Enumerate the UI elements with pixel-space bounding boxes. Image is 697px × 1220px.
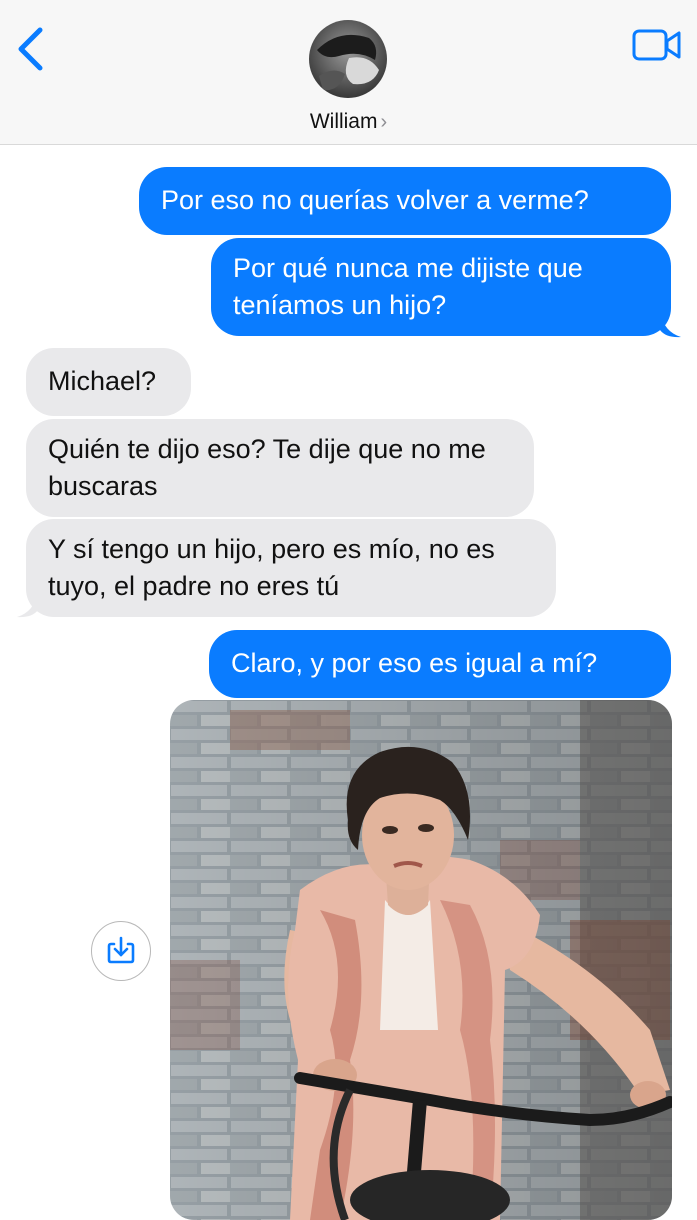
message-bubble-incoming[interactable]: Quién te dijo eso? Te dije que no me bus… bbox=[26, 419, 534, 517]
message-bubble-outgoing[interactable]: Por eso no querías volver a verme? bbox=[139, 167, 671, 235]
message-bubble-incoming[interactable]: Michael? bbox=[26, 348, 191, 416]
video-camera-icon[interactable] bbox=[632, 28, 682, 62]
bubble-tail bbox=[660, 312, 681, 338]
message-bubble-outgoing[interactable]: Por qué nunca me dijiste que teníamos un… bbox=[211, 238, 671, 336]
message-text: Y sí tengo un hijo, pero es mío, no es t… bbox=[48, 534, 495, 601]
contact-name: William bbox=[309, 110, 378, 133]
message-text: Claro, y por eso es igual a mí? bbox=[231, 648, 598, 678]
message-text: Por qué nunca me dijiste que teníamos un… bbox=[233, 253, 583, 320]
message-text: Quién te dijo eso? Te dije que no me bus… bbox=[48, 434, 486, 501]
contact-name-button[interactable]: William › bbox=[0, 110, 697, 134]
avatar[interactable] bbox=[309, 20, 387, 98]
message-bubble-incoming[interactable]: Y sí tengo un hijo, pero es mío, no es t… bbox=[26, 519, 556, 617]
chevron-left-icon[interactable] bbox=[14, 26, 48, 72]
bubble-tail bbox=[17, 592, 38, 618]
download-icon[interactable] bbox=[91, 921, 151, 981]
message-text: Michael? bbox=[48, 366, 157, 396]
chevron-right-icon: › bbox=[380, 111, 388, 133]
conversation-header: William › bbox=[0, 0, 697, 145]
message-text: Por eso no querías volver a verme? bbox=[161, 185, 589, 215]
photo-attachment[interactable] bbox=[170, 700, 672, 1220]
message-bubble-outgoing[interactable]: Claro, y por eso es igual a mí? bbox=[209, 630, 671, 698]
